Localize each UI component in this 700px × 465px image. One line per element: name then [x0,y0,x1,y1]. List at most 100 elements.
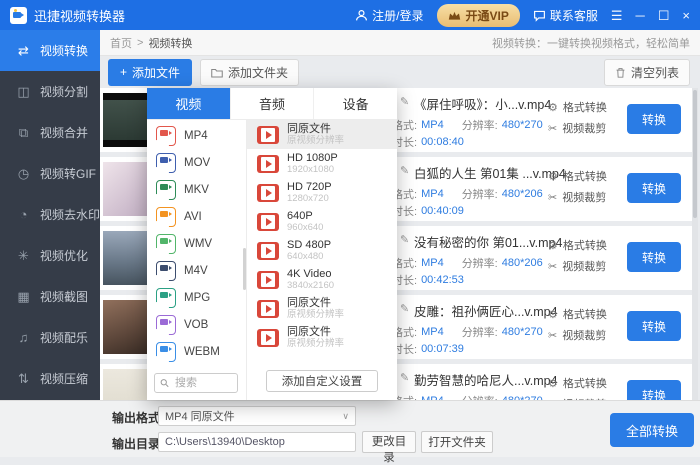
sidebar-item-video-compress[interactable]: ⇅ 视频压缩 [0,358,100,399]
sidebar-item-video-split[interactable]: ◫ 视频分割 [0,71,100,112]
format-column-scrollbar[interactable] [243,248,246,290]
add-custom-setting-button[interactable]: 添加自定义设置 [266,370,378,392]
resolution-label: 分辨率: [462,255,498,271]
gear-icon: ⚙ [548,377,558,390]
format-option-mp4[interactable]: MP4 MP4 [147,122,246,149]
sidebar-item-video-optimize[interactable]: ✳ 视频优化 [0,235,100,276]
convert-all-button[interactable]: 全部转换 [610,413,694,447]
convert-button[interactable]: 转换 [627,311,681,341]
resolution-option-480p[interactable]: SD 480P640x480 [247,236,397,265]
resolution-option-720p[interactable]: HD 720P1280x720 [247,178,397,207]
video-trim-action[interactable]: ✂视频裁剪 [548,327,606,343]
edit-name-icon[interactable]: ✎ [400,233,409,246]
output-dir-input[interactable] [158,432,356,452]
sidebar-item-video-screenshot[interactable]: ▦ 视频截图 [0,276,100,317]
output-format-popup: 视频 音频 设备 MP4 MP4 MOV MOV MKV MKV AVI AVI… [147,88,397,400]
convert-button[interactable]: 转换 [627,380,681,400]
format-option-wmv[interactable]: WMV WMV [147,230,246,257]
open-folder-button[interactable]: 打开文件夹 [421,431,493,453]
sidebar-item-video-merge[interactable]: ⧉ 视频合并 [0,112,100,153]
scissors-icon: ✂ [548,191,557,204]
resolution-column: 同原文件原视频分辨率 HD 1080P1920x1080 HD 720P1280… [247,120,397,400]
resolution-option-original[interactable]: 同原文件原视频分辨率 [247,120,397,149]
video-compress-icon: ⇅ [14,371,33,387]
film-icon [257,155,279,173]
change-directory-button[interactable]: 更改目录 [362,431,416,453]
format-value: MP4 [421,326,444,338]
close-button[interactable]: × [682,9,690,22]
minimize-button[interactable]: ─ [636,9,645,22]
edit-name-icon[interactable]: ✎ [400,302,409,315]
resolution-option-original-3[interactable]: 同原文件原视频分辨率 [247,323,397,352]
convert-button[interactable]: 转换 [627,242,681,272]
tab-device[interactable]: 设备 [313,88,397,119]
format-option-m4v[interactable]: M4V M4V [147,257,246,284]
video-trim-action[interactable]: ✂视频裁剪 [548,258,606,274]
format-convert-action[interactable]: ⚙格式转换 [548,237,607,253]
convert-button[interactable]: 转换 [627,173,681,203]
app-title: 迅捷视频转换器 [34,6,125,25]
format-value: MP4 [421,257,444,269]
mp4-format-icon: MP4 [156,126,176,146]
add-folder-button[interactable]: 添加文件夹 [200,59,299,86]
format-convert-action[interactable]: ⚙格式转换 [548,168,607,184]
edit-name-icon[interactable]: ✎ [400,371,409,384]
file-name: 《屏住呼吸》：小...v.mp4 [414,94,551,113]
scissors-icon: ✂ [548,122,557,135]
film-icon [257,126,279,144]
sidebar-item-video-music[interactable]: ♫ 视频配乐 [0,317,100,358]
scrollbar-thumb[interactable] [693,90,697,218]
contact-support-link[interactable]: 联系客服 [533,7,598,24]
title-bar: 迅捷视频转换器 注册/登录 开通VIP 联系客服 ☰ ─ ☐ × [0,0,700,30]
login-register-link[interactable]: 注册/登录 [355,7,423,24]
list-scrollbar[interactable] [692,88,698,400]
sidebar-item-watermark-remove[interactable]: ◔ 视频去水印 [0,194,100,235]
format-option-webm[interactable]: WEBM WEBM [147,338,246,365]
format-search-box[interactable] [154,373,238,393]
output-format-select[interactable]: MP4 同原文件 ∨ [158,406,356,426]
resolution-option-1080p[interactable]: HD 1080P1920x1080 [247,149,397,178]
sidebar-item-video-to-gif[interactable]: ◷ 视频转GIF [0,153,100,194]
convert-button[interactable]: 转换 [627,104,681,134]
add-file-button[interactable]: + 添加文件 [108,59,192,86]
video-trim-action[interactable]: ✂视频裁剪 [548,189,606,205]
video-optimize-icon: ✳ [14,248,33,264]
mkv-format-icon: MKV [156,180,176,200]
file-name: 皮雕：祖孙俩匠心...v.mp4 [414,301,558,320]
edit-name-icon[interactable]: ✎ [400,164,409,177]
format-value: MP4 [421,119,444,131]
format-option-mkv[interactable]: MKV MKV [147,176,246,203]
format-convert-action[interactable]: ⚙格式转换 [548,306,607,322]
webm-format-icon: WEBM [156,342,176,362]
maximize-button[interactable]: ☐ [658,9,670,22]
format-convert-action[interactable]: ⚙格式转换 [548,375,607,391]
resolution-value: 480*206 [502,188,543,200]
wmv-format-icon: WMV [156,234,176,254]
resolution-option-original-2[interactable]: 同原文件原视频分辨率 [247,294,397,323]
menu-icon[interactable]: ☰ [611,9,623,22]
breadcrumb-home[interactable]: 首页 [110,35,132,51]
clear-list-button[interactable]: 清空列表 [604,59,690,86]
toolbar: + 添加文件 添加文件夹 清空列表 [100,56,700,88]
trash-icon [615,67,626,78]
tab-audio[interactable]: 音频 [230,88,314,119]
scissors-icon: ✂ [548,329,557,342]
edit-name-icon[interactable]: ✎ [400,95,409,108]
app-logo-icon [10,7,27,24]
duration-value: 00:42:53 [421,274,464,286]
format-option-avi[interactable]: AVI AVI [147,203,246,230]
resolution-option-4k[interactable]: 4K Video3840x2160 [247,265,397,294]
format-option-mov[interactable]: MOV MOV [147,149,246,176]
open-vip-button[interactable]: 开通VIP [437,4,520,27]
tab-video[interactable]: 视频 [147,88,230,119]
video-trim-action[interactable]: ✂视频裁剪 [548,120,606,136]
format-option-vob[interactable]: VOB VOB [147,311,246,338]
search-input[interactable] [173,376,232,390]
format-option-mpg[interactable]: MPG MPG [147,284,246,311]
sidebar-item-video-convert[interactable]: ⇄ 视频转换 [0,30,100,71]
chevron-down-icon: ∨ [342,411,349,422]
format-convert-action[interactable]: ⚙格式转换 [548,99,607,115]
duration-value: 00:40:09 [421,205,464,217]
mov-format-icon: MOV [156,153,176,173]
resolution-option-640p[interactable]: 640P960x640 [247,207,397,236]
